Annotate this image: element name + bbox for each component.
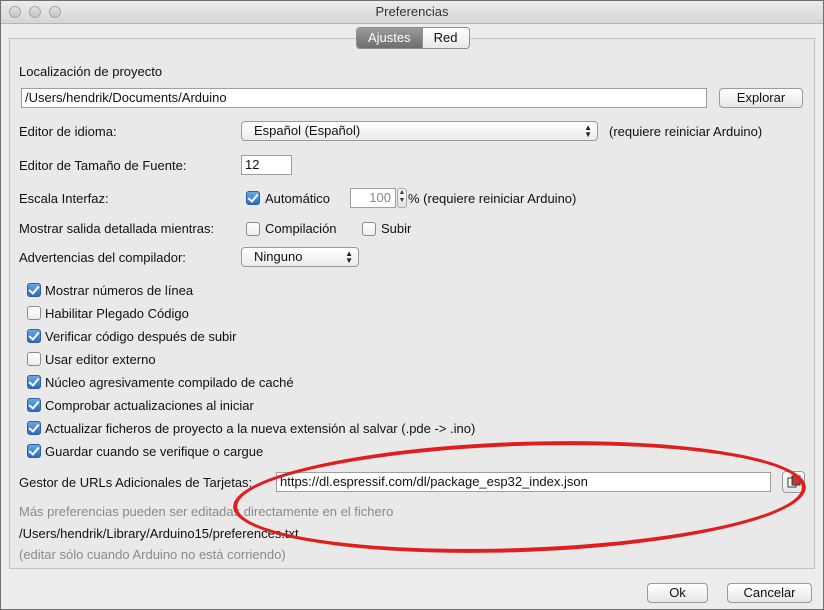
interface-scale-label: Escala Interfaz: <box>19 191 109 206</box>
verbose-upload-checkbox[interactable] <box>362 222 376 236</box>
more-prefs-note: Más preferencias pueden ser editadas dir… <box>19 504 394 519</box>
tab-ajustes[interactable]: Ajustes <box>357 28 422 48</box>
option-label: Usar editor externo <box>45 352 156 367</box>
option-checkbox-verify-after-upload[interactable] <box>27 329 41 343</box>
option-label: Núcleo agresivamente compilado de caché <box>45 375 294 390</box>
sketchbook-location-field[interactable]: /Users/hendrik/Documents/Arduino <box>21 88 707 108</box>
option-checkbox-line-numbers[interactable] <box>27 283 41 297</box>
option-checkbox-external-editor[interactable] <box>27 352 41 366</box>
option-label: Actualizar ficheros de proyecto a la nue… <box>45 421 476 436</box>
scale-percent-field[interactable]: 100 <box>350 188 396 208</box>
edit-only-hint: (editar sólo cuando Arduino no está corr… <box>19 547 286 562</box>
edit-urls-button[interactable] <box>782 471 805 493</box>
option-checkbox-save-on-verify[interactable] <box>27 444 41 458</box>
settings-panel: Localización de proyecto /Users/hendrik/… <box>9 38 815 569</box>
option-checkbox-check-updates[interactable] <box>27 398 41 412</box>
option-label: Mostrar números de línea <box>45 283 194 298</box>
select-arrows-icon: ▲ ▼ <box>345 249 353 265</box>
scale-stepper[interactable]: ▲ ▼ <box>397 188 407 208</box>
language-restart-note: (requiere reiniciar Arduino) <box>609 124 763 139</box>
option-label: Guardar cuando se verifique o cargue <box>45 444 264 459</box>
auto-scale-label: Automático <box>265 191 331 206</box>
window-title: Preferencias <box>375 4 449 19</box>
verbose-output-label: Mostrar salida detallada mientras: <box>19 221 215 236</box>
option-checkbox-cache-core[interactable] <box>27 375 41 389</box>
compiler-warnings-value: Ninguno <box>254 249 303 264</box>
option-label: Verificar código después de subir <box>45 329 237 344</box>
cancel-button[interactable]: Cancelar <box>727 583 812 603</box>
compiler-warnings-select[interactable]: Ninguno ▲ ▼ <box>241 247 359 267</box>
option-label: Comprobar actualizaciones al iniciar <box>45 398 254 413</box>
font-size-label: Editor de Tamaño de Fuente: <box>19 158 187 173</box>
ok-button[interactable]: Ok <box>647 583 708 603</box>
select-arrows-icon: ▲ ▼ <box>584 123 592 139</box>
verbose-upload-label: Subir <box>381 221 412 236</box>
verbose-compile-checkbox[interactable] <box>246 222 260 236</box>
editor-language-select[interactable]: Español (Español) ▲ ▼ <box>241 121 598 141</box>
window-stack-icon <box>787 475 800 488</box>
editor-language-value: Español (Español) <box>254 123 361 138</box>
scale-restart-note: % (requiere reiniciar Arduino) <box>408 191 577 206</box>
sketchbook-location-label: Localización de proyecto <box>19 64 163 79</box>
preferences-window: Preferencias Ajustes Red Localización de… <box>0 0 824 610</box>
board-urls-label: Gestor de URLs Adicionales de Tarjetas: <box>19 475 253 490</box>
option-checkbox-code-folding[interactable] <box>27 306 41 320</box>
option-checkbox-update-extension[interactable] <box>27 421 41 435</box>
font-size-field[interactable]: 12 <box>241 155 292 175</box>
verbose-compile-label: Compilación <box>265 221 337 236</box>
option-label: Habilitar Plegado Código <box>45 306 189 321</box>
title-bar: Preferencias <box>1 1 823 24</box>
auto-scale-checkbox[interactable] <box>246 191 260 205</box>
tab-bar: Ajustes Red <box>356 27 470 49</box>
tab-red[interactable]: Red <box>421 28 469 48</box>
preferences-file-path: /Users/hendrik/Library/Arduino15/prefere… <box>19 526 299 541</box>
browse-button[interactable]: Explorar <box>719 88 803 108</box>
compiler-warnings-label: Advertencias del compilador: <box>19 250 186 265</box>
editor-language-label: Editor de idioma: <box>19 124 117 139</box>
board-urls-field[interactable]: https://dl.espressif.com/dl/package_esp3… <box>276 472 771 492</box>
